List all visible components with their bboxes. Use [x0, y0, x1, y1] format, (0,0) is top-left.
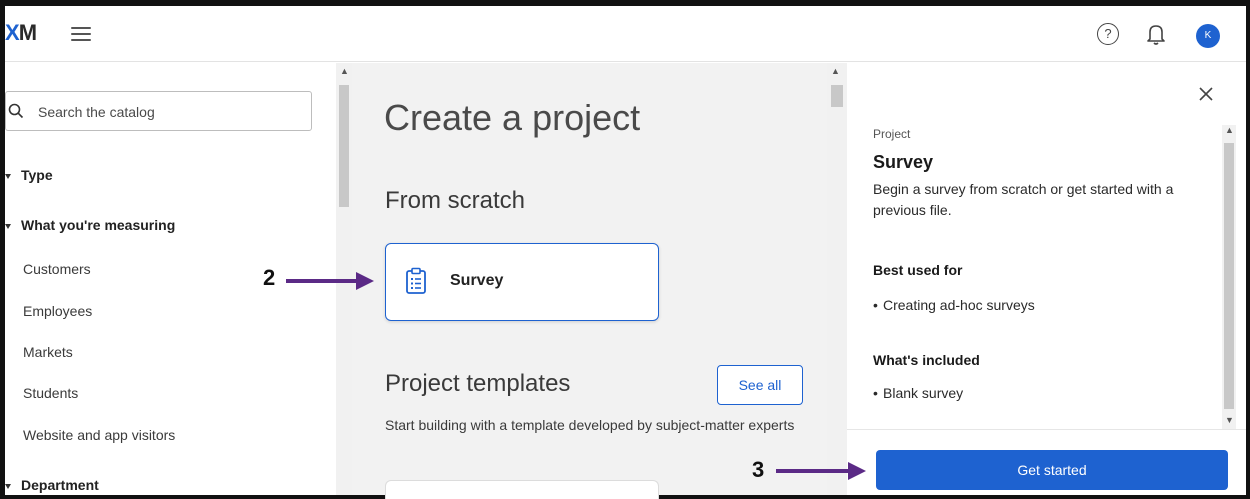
project-templates-heading: Project templates: [385, 370, 571, 397]
templates-description: Start building with a template developed…: [385, 417, 795, 433]
hamburger-menu-icon[interactable]: [71, 27, 91, 41]
category-item-customers[interactable]: Customers: [23, 261, 91, 277]
survey-card-label: Survey: [450, 272, 504, 289]
get-started-button[interactable]: Get started: [876, 450, 1228, 490]
help-icon[interactable]: ?: [1097, 23, 1119, 45]
panel-footer: Get started: [847, 429, 1246, 495]
scroll-up-icon[interactable]: ▲: [340, 66, 349, 76]
best-used-for-heading: Best used for: [873, 262, 963, 278]
category-item-website-and-app-visitors[interactable]: Website and app visitors: [23, 427, 175, 443]
facet-department[interactable]: Department: [5, 477, 99, 493]
create-project-content: Create a project From scratch Survey Pro…: [352, 63, 827, 499]
annotation-number-2: 2: [263, 265, 276, 290]
panel-scrollbar[interactable]: ▲ ▼: [1222, 125, 1236, 429]
facet-type[interactable]: Type: [5, 167, 53, 183]
project-details-panel: Project Survey Begin a survey from scrat…: [847, 63, 1246, 495]
scrollbar-thumb[interactable]: [339, 85, 349, 207]
caret-down-icon: [5, 483, 11, 489]
caret-down-icon: [5, 223, 11, 229]
bell-icon[interactable]: [1145, 22, 1167, 46]
facet-what-youre-measuring[interactable]: What you're measuring: [5, 217, 175, 233]
user-avatar[interactable]: K: [1196, 24, 1220, 48]
content-scrollbar[interactable]: ▲: [827, 63, 847, 495]
top-navigation-bar: XM ? K: [5, 6, 1246, 62]
scrollbar-thumb[interactable]: [831, 85, 843, 107]
category-item-students[interactable]: Students: [23, 385, 78, 401]
scrollbar-thumb[interactable]: [1224, 143, 1234, 409]
scroll-down-icon[interactable]: ▼: [1225, 415, 1234, 425]
search-icon: [8, 103, 24, 119]
annotation-number-3: 3: [752, 457, 765, 482]
category-item-employees[interactable]: Employees: [23, 303, 92, 319]
panel-description: Begin a survey from scratch or get start…: [873, 181, 1174, 218]
whats-included-heading: What's included: [873, 352, 980, 368]
scroll-up-icon[interactable]: ▲: [1225, 125, 1234, 135]
annotation-arrow-right-icon: [776, 462, 866, 480]
page-title: Create a project: [384, 97, 641, 138]
xm-logo[interactable]: XM: [5, 20, 37, 46]
see-all-button[interactable]: See all: [717, 365, 803, 405]
template-card[interactable]: [385, 480, 659, 499]
annotation-arrow-right-icon: [286, 272, 374, 290]
scroll-up-icon[interactable]: ▲: [831, 66, 840, 76]
list-item: Blank survey: [873, 385, 963, 401]
panel-kicker: Project: [873, 127, 911, 141]
search-input[interactable]: Search the catalog: [5, 91, 312, 131]
from-scratch-heading: From scratch: [385, 187, 526, 214]
close-icon[interactable]: [1197, 85, 1215, 103]
caret-down-icon: [5, 173, 11, 179]
search-placeholder: Search the catalog: [38, 104, 155, 120]
survey-project-card[interactable]: Survey: [385, 243, 659, 321]
clipboard-icon: [406, 267, 426, 294]
list-item: Creating ad-hoc surveys: [873, 297, 1035, 313]
category-item-markets[interactable]: Markets: [23, 344, 73, 360]
panel-title: Survey: [873, 152, 934, 172]
